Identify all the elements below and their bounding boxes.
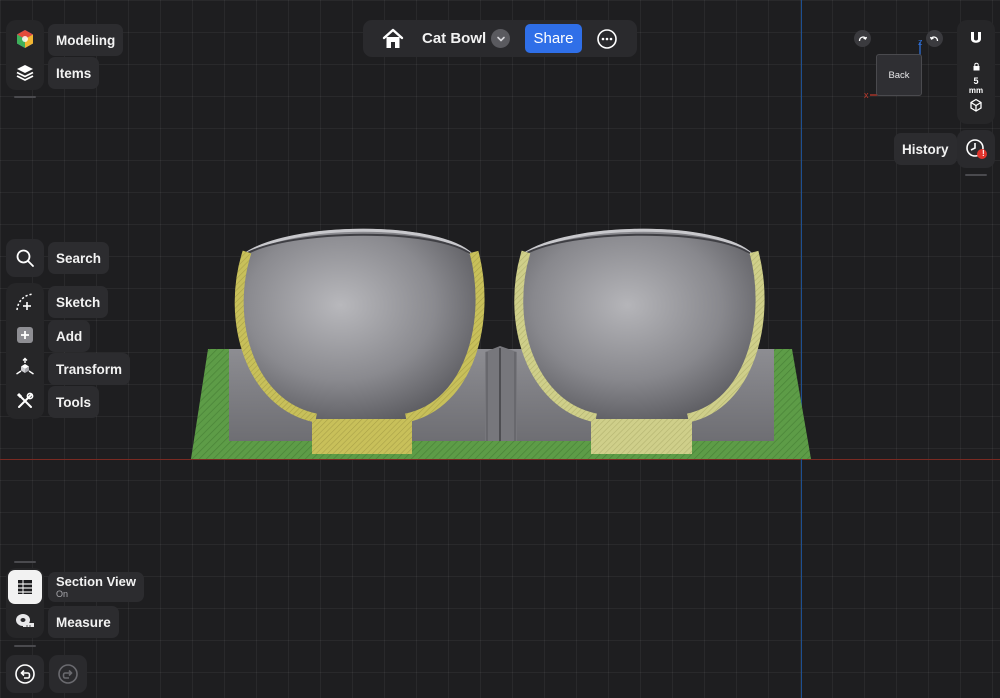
section-view-label[interactable]: Section View On [48, 572, 144, 602]
title-dropdown-button[interactable] [491, 29, 510, 48]
more-options-button[interactable] [596, 28, 618, 50]
view-cube-face-label: Back [888, 69, 910, 81]
tools-button[interactable] [6, 382, 44, 420]
divider [14, 561, 36, 563]
section-view-button[interactable] [8, 570, 42, 604]
view-orientation-button[interactable] [957, 94, 995, 116]
section-view-icon [18, 580, 32, 594]
lock-icon [973, 62, 979, 71]
home-icon [382, 28, 404, 48]
ellipsis-circle-icon [597, 29, 617, 49]
tools-label[interactable]: Tools [48, 386, 99, 418]
tape-measure-icon [16, 614, 34, 627]
snap-value: 5 [973, 76, 979, 86]
section-view-title: Section View [56, 574, 136, 589]
rotate-view-right-button[interactable] [926, 30, 943, 47]
items-button[interactable] [6, 53, 44, 91]
measure-button[interactable] [6, 602, 44, 640]
history-badge: ! [982, 149, 985, 158]
add-shape-icon [17, 327, 33, 343]
measure-label[interactable]: Measure [48, 606, 119, 638]
history-button[interactable]: ! [957, 130, 995, 168]
layers-icon [16, 65, 34, 81]
z-axis-label: z [918, 37, 923, 47]
search-icon [16, 249, 34, 267]
snap-increment[interactable]: 5 mm [957, 58, 995, 96]
wrench-screwdriver-icon [16, 392, 34, 408]
document-title[interactable]: Cat Bowl [422, 20, 486, 57]
redo-icon [58, 664, 78, 684]
undo-icon [15, 664, 35, 684]
x-axis-label: x [864, 90, 869, 100]
divider [965, 174, 987, 176]
rotate-counterclockwise-icon [929, 36, 939, 42]
transform-icon [16, 357, 34, 375]
cube-axes-icon [970, 98, 982, 112]
sketch-icon [16, 293, 34, 311]
modeling-label[interactable]: Modeling [48, 24, 124, 56]
magnet-icon [971, 32, 981, 43]
view-cube[interactable]: Back [876, 54, 922, 96]
add-label[interactable]: Add [48, 320, 91, 352]
snap-magnet-button[interactable] [957, 24, 995, 54]
home-button[interactable] [381, 27, 405, 51]
transform-label[interactable]: Transform [48, 353, 131, 385]
search-label[interactable]: Search [48, 242, 110, 274]
history-label[interactable]: History [894, 133, 957, 165]
redo-button[interactable] [49, 655, 87, 693]
sketch-label[interactable]: Sketch [48, 286, 109, 318]
items-label[interactable]: Items [48, 57, 100, 89]
modeling-cube-icon [17, 30, 33, 48]
chevron-down-icon [496, 36, 505, 42]
divider [14, 645, 36, 647]
share-button[interactable]: Share [525, 24, 582, 53]
undo-button[interactable] [6, 655, 44, 693]
section-view-state: On [56, 589, 69, 599]
search-button[interactable] [6, 239, 44, 277]
cat-bowl-model[interactable] [0, 0, 1000, 698]
divider [14, 96, 36, 98]
document-toolbar: Cat Bowl Share [363, 20, 637, 57]
